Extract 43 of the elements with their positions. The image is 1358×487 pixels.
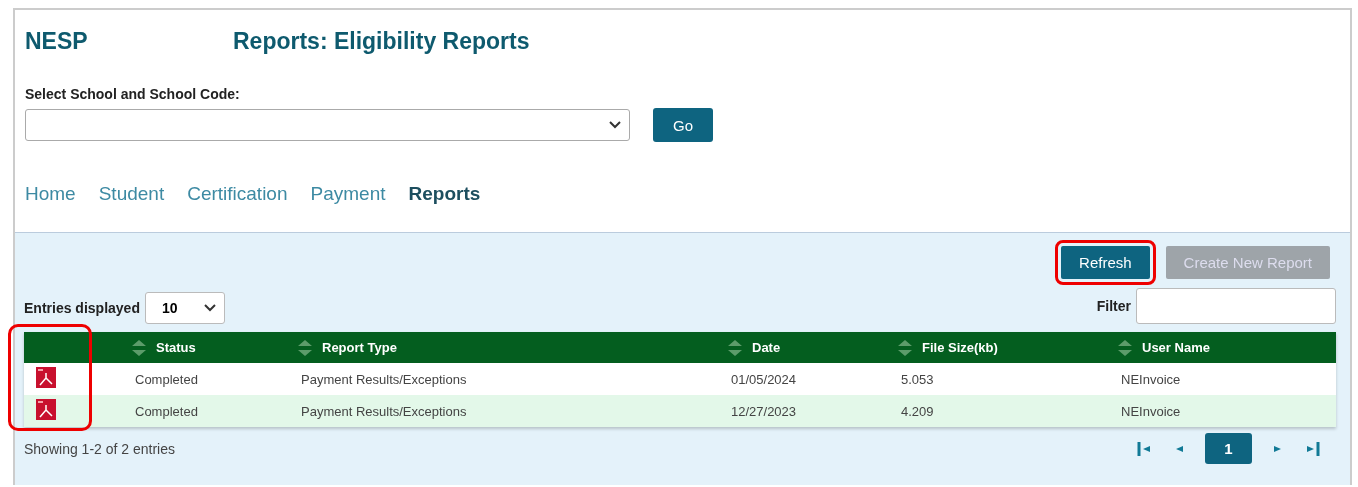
filter-field[interactable] xyxy=(1136,288,1336,324)
sort-icon[interactable] xyxy=(897,338,913,357)
table-cell: 01/05/2024 xyxy=(731,371,797,387)
pdf-file-icon[interactable] xyxy=(36,399,56,420)
entries-label: Entries displayed xyxy=(24,300,140,316)
table-cell: 5.053 xyxy=(901,371,934,387)
action-button[interactable]: Refresh xyxy=(1061,246,1150,279)
table-cell: Payment Results/Exceptions xyxy=(301,403,467,419)
nav-tab[interactable]: Payment xyxy=(310,183,407,205)
entries-summary: Showing 1-2 of 2 entries xyxy=(24,440,175,457)
school-select[interactable] xyxy=(25,109,630,141)
go-button[interactable]: Go xyxy=(653,108,713,142)
column-header[interactable]: User Name xyxy=(1142,340,1210,355)
page-title: Reports: Eligibility Reports xyxy=(233,27,530,55)
sort-icon[interactable] xyxy=(1117,338,1133,357)
chevron-down-icon xyxy=(609,121,621,129)
table-cell: Completed xyxy=(135,371,198,387)
column-header[interactable]: Report Type xyxy=(322,340,397,355)
table-cell: Payment Results/Exceptions xyxy=(301,371,467,387)
table-cell: 12/27/2023 xyxy=(731,403,797,419)
nav-tab[interactable]: Student xyxy=(98,183,186,205)
table-cell: NEInvoice xyxy=(1121,403,1181,419)
field-label: Select School and School Code: xyxy=(25,86,240,102)
table-cell: Completed xyxy=(135,403,198,419)
filter-label: Filter xyxy=(1096,298,1131,314)
sort-icon[interactable] xyxy=(131,338,147,357)
entries-select[interactable]: 10 xyxy=(144,292,225,324)
page-button[interactable]: 1 xyxy=(1205,433,1252,464)
pdf-file-icon[interactable] xyxy=(36,367,56,388)
last-page-icon[interactable] xyxy=(1304,440,1320,457)
sort-icon[interactable] xyxy=(297,338,313,357)
chevron-down-icon xyxy=(203,304,216,312)
first-page-icon[interactable] xyxy=(1137,440,1153,457)
column-header[interactable]: Status xyxy=(156,340,196,355)
nav-tab[interactable]: Certification xyxy=(187,183,309,205)
sort-icon[interactable] xyxy=(727,338,743,357)
column-header[interactable]: Date xyxy=(752,340,781,355)
table-cell: 4.209 xyxy=(901,403,934,419)
nav-tab[interactable]: Reports xyxy=(408,183,502,205)
app-name: NESP xyxy=(25,27,89,55)
table-cell: NEInvoice xyxy=(1121,371,1181,387)
column-header[interactable]: File Size(kb) xyxy=(922,340,998,355)
nav-tab[interactable]: Home xyxy=(25,183,97,205)
